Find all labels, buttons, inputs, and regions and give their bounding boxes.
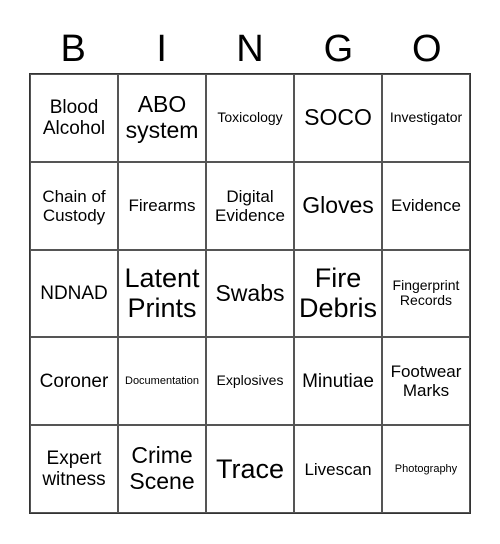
bingo-cell[interactable]: NDNAD [30,249,118,338]
bingo-cell[interactable]: Explosives [206,337,294,426]
bingo-cell[interactable]: Digital Evidence [206,161,294,250]
header-letter-o: O [412,28,442,70]
bingo-cell[interactable]: Fingerprint Records [382,249,470,338]
bingo-cell[interactable]: Chain of Custody [30,161,118,250]
bingo-cell[interactable]: Evidence [382,161,470,250]
bingo-cell[interactable]: Photography [382,425,470,513]
bingo-card: Blood Alcohol ABO system Toxicology SOCO… [29,73,471,514]
bingo-cell[interactable]: Blood Alcohol [30,74,118,162]
bingo-cell[interactable]: ABO system [118,74,206,162]
header-letter-g: G [323,28,354,70]
bingo-cell[interactable]: Crime Scene [118,425,206,513]
bingo-cell[interactable]: Swabs [206,249,294,338]
bingo-cell[interactable]: Expert witness [30,425,118,513]
bingo-cell[interactable]: Latent Prints [118,249,206,338]
bingo-cell[interactable]: Toxicology [206,74,294,162]
bingo-cell[interactable]: Coroner [30,337,118,426]
bingo-cell[interactable]: Gloves [294,161,382,250]
bingo-cell[interactable]: SOCO [294,74,382,162]
bingo-cell[interactable]: Fire Debris [294,249,382,338]
header-letter-n: N [236,28,264,70]
header-letter-i: I [156,28,167,70]
bingo-cell[interactable]: Trace [206,425,294,513]
bingo-header: B I N G O [29,24,471,74]
bingo-cell[interactable]: Footwear Marks [382,337,470,426]
bingo-cell[interactable]: Firearms [118,161,206,250]
bingo-cell[interactable]: Documentation [118,337,206,426]
bingo-cell[interactable]: Minutiae [294,337,382,426]
bingo-cell[interactable]: Investigator [382,74,470,162]
header-letter-b: B [60,28,86,70]
bingo-cell[interactable]: Livescan [294,425,382,513]
